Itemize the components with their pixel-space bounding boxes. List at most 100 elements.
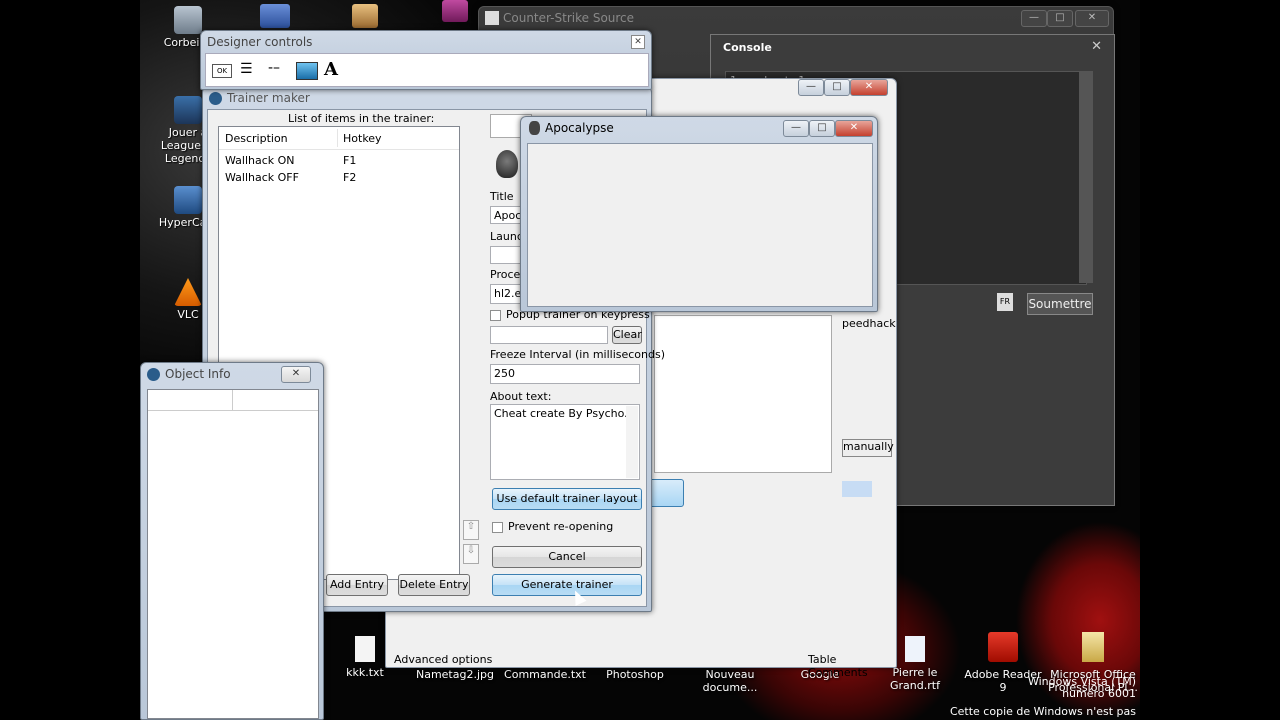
freeze-interval-label: Freeze Interval (in milliseconds) [490,348,666,361]
apocalypse-title: Apocalypse [545,121,614,135]
desktop-icon-label: Pierre le Grand.rtf [890,666,940,692]
close-icon[interactable]: ✕ [1091,39,1102,54]
close-button[interactable]: ✕ [1075,10,1109,27]
popup-key-input[interactable] [490,326,608,344]
highlighted-button[interactable] [648,479,684,507]
desktop-icon-kkk[interactable]: kkk.txt [340,636,390,679]
image-tool-icon[interactable] [296,62,318,80]
minimize-button[interactable]: — [798,79,824,96]
advanced-options[interactable]: Advanced options [394,653,492,666]
close-button[interactable]: ✕ [835,120,873,137]
maximize-button[interactable]: □ [1047,10,1073,27]
designer-toolbar: OK ☰ -– A [205,53,649,87]
vlc-cone-icon [174,278,202,306]
console-scrollbar[interactable] [1079,71,1093,283]
row-description: Wallhack ON [225,154,295,167]
row-description: Wallhack OFF [225,171,299,184]
hypercam-icon [174,186,202,214]
delete-entry-button[interactable]: Delete Entry [398,574,470,596]
table-row[interactable]: Wallhack OFF F2 [219,170,459,186]
grid-cell[interactable] [233,390,318,411]
desktop-icon-photoshop[interactable]: Photoshop [595,668,675,681]
desktop-icon-commande[interactable]: Commande.txt [500,668,590,681]
desktop-icon-label: kkk.txt [346,666,384,679]
generate-trainer-button[interactable]: Generate trainer [492,574,642,596]
title-label: Title [490,190,514,203]
app-icon[interactable] [260,4,290,28]
move-up-arrow-icon[interactable]: ⇧ [463,520,479,540]
maximize-button[interactable]: □ [809,120,835,137]
cs-window-title: Counter-Strike Source [503,11,635,25]
adobe-reader-icon [988,632,1018,662]
maximize-button[interactable]: □ [824,79,850,96]
windows-version-watermark: Windows Vista (TM) numéro 6001 [1020,676,1136,700]
minimize-button[interactable]: — [783,120,809,137]
cs-title-bar[interactable]: Counter-Strike Source — □ ✕ [479,7,1113,29]
close-icon[interactable]: ✕ [631,35,645,49]
console-title: Console [723,41,772,54]
app-icon[interactable] [442,0,468,22]
minimize-button[interactable]: — [1021,10,1047,27]
row-hotkey: F1 [343,154,357,167]
prevent-reopening-label: Prevent re-opening [508,520,614,533]
apocalypse-title-bar[interactable]: Apocalypse — □ ✕ [521,117,877,139]
row-hotkey: F2 [343,171,357,184]
gas-mask-icon[interactable] [496,150,518,178]
object-info-title: Object Info [165,367,231,381]
app-icon[interactable] [352,4,378,28]
ce-gear-icon [147,368,160,381]
list-caption: List of items in the trainer: [288,112,435,125]
grid-cell[interactable] [148,390,233,411]
prevent-reopening-checkbox[interactable] [492,522,503,533]
table-row[interactable]: Wallhack ON F1 [219,153,459,169]
game-shortcut-icon [174,96,202,124]
trainer-maker-title: Trainer maker [227,91,310,105]
language-badge: FR [997,293,1013,311]
rtf-file-icon [905,636,925,662]
clear-button[interactable]: Clear [612,326,642,344]
desktop-icon-label: Nametag2.jpg [415,668,494,681]
button-tool-icon[interactable]: OK [212,64,232,78]
address-list[interactable] [654,315,832,473]
text-tool-icon[interactable]: A [324,59,338,80]
about-text-label: About text: [490,390,552,403]
launch-input[interactable] [490,246,522,264]
text-file-icon [355,636,375,662]
about-text-area[interactable]: Cheat create By Psycho. [490,404,640,480]
freeze-interval-input[interactable]: 250 [490,364,640,384]
popup-checkbox[interactable] [490,310,501,321]
column-header-hotkey[interactable]: Hotkey [343,132,382,145]
apocalypse-window[interactable]: Apocalypse — □ ✕ [520,116,878,312]
object-info-title-bar[interactable]: Object Info ✕ [141,363,323,385]
close-button[interactable]: ✕ [850,79,888,96]
column-header-description[interactable]: Description [225,132,288,145]
folder-icon [1082,632,1104,662]
line-tool-icon[interactable]: -– [268,60,280,76]
object-info-window[interactable]: Object Info ✕ [140,362,324,720]
designer-controls-window[interactable]: Designer controls ✕ OK ☰ -– A [200,30,652,90]
cancel-button[interactable]: Cancel [492,546,642,568]
use-default-layout-button[interactable]: Use default trainer layout [492,488,642,510]
submit-button[interactable]: Soumettre [1027,293,1093,315]
move-down-arrow-icon[interactable]: ⇩ [463,544,479,564]
add-manually-button[interactable]: manually [842,439,894,457]
gas-mask-icon [529,121,540,135]
speedhack-label: peedhack [842,317,896,330]
apocalypse-client [527,143,873,307]
column-divider [337,129,338,147]
desktop-icon-nametag[interactable]: Nametag2.jpg [410,668,500,681]
desktop-icon-nouveau[interactable]: Nouveau docume... [695,668,765,694]
list-tool-icon[interactable]: ☰ [240,61,253,77]
desktop-icon-label: Nouveau docume... [702,668,758,694]
object-info-grid[interactable] [147,389,319,719]
not-genuine-notice: Cette copie de Windows n'est pas authent… [949,705,1136,720]
table-comments[interactable]: Table Comments [808,653,896,679]
add-entry-button[interactable]: Add Entry [326,574,388,596]
close-button[interactable]: ✕ [281,366,311,383]
title-input[interactable]: Apoca [490,206,528,224]
trainer-maker-title-bar[interactable]: Trainer maker [203,87,651,109]
about-scrollbar[interactable] [626,406,638,478]
designer-controls-title-bar[interactable]: Designer controls ✕ [201,31,651,53]
watermark-line: numéro 6001 [1062,687,1136,700]
recycle-bin-icon [174,6,202,34]
